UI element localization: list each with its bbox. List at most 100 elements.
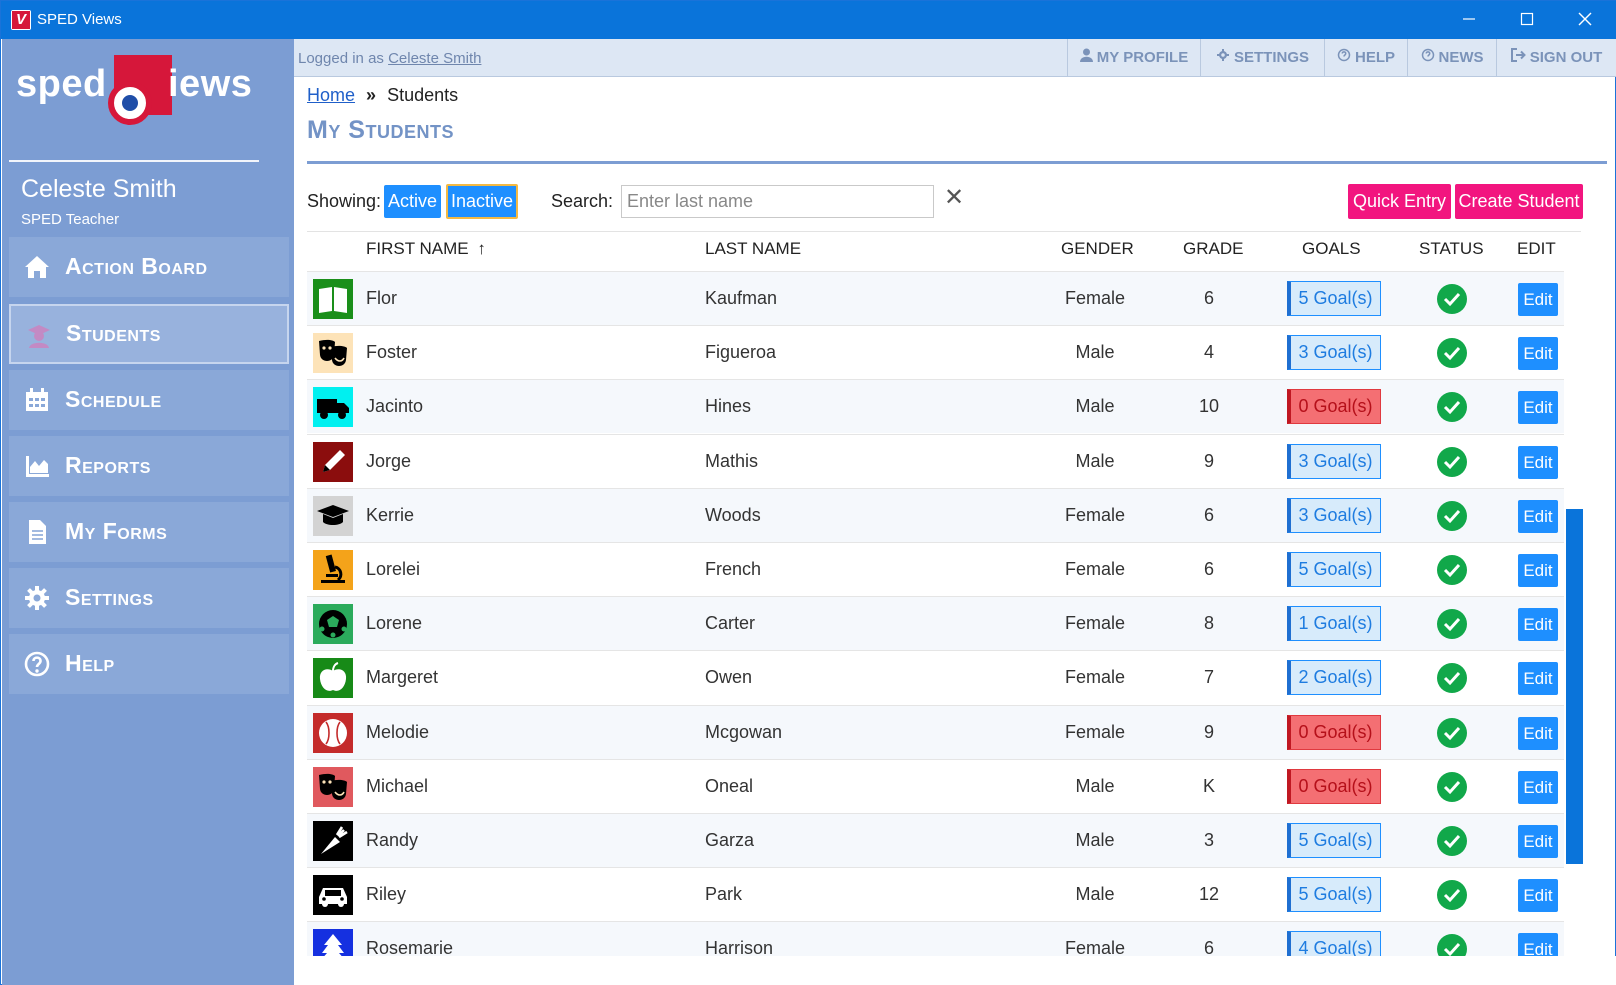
goals-button[interactable]: 0 Goal(s) [1287, 768, 1381, 804]
sign-out-icon [1510, 48, 1526, 62]
edit-button[interactable]: Edit [1518, 337, 1558, 371]
gender-cell: Female [1064, 667, 1126, 688]
last-name-cell: French [705, 559, 762, 579]
goals-button[interactable]: 5 Goal(s) [1287, 281, 1381, 316]
goals-button[interactable]: 5 Goal(s) [1287, 877, 1381, 913]
search-label: Search: [551, 191, 614, 211]
goals-button[interactable]: 5 Goal(s) [1287, 552, 1381, 587]
first-name-cell: Jacinto [366, 396, 424, 417]
nav-help[interactable]: Help [9, 634, 289, 694]
inactive-filter-button[interactable]: Inactive [446, 184, 518, 219]
breadcrumb-home-link[interactable]: Home [307, 85, 355, 105]
first-name-cell: Foster [366, 342, 418, 363]
minimize-icon[interactable] [1440, 1, 1498, 39]
maximize-icon[interactable] [1498, 1, 1556, 39]
goals-button[interactable]: 3 Goal(s) [1287, 497, 1381, 533]
nav-label: Help [65, 650, 115, 676]
goals-button[interactable]: 1 Goal(s) [1287, 606, 1381, 642]
truck-icon [313, 387, 353, 428]
first-name-cell: Randy [366, 830, 419, 850]
edit-button[interactable]: Edit [1518, 879, 1558, 913]
table-row[interactable]: Michael Oneal Male K 0 Goal(s) Edit [307, 758, 1564, 813]
header-gender[interactable]: GENDER [1061, 239, 1134, 259]
my-profile-button[interactable]: MY PROFILE [1067, 39, 1200, 77]
last-name-cell: Owen [705, 667, 753, 688]
nav-label: Reports [65, 452, 151, 478]
table-row[interactable]: Randy Garza Male 3 5 Goal(s) Edit [307, 813, 1564, 867]
nav-schedule[interactable]: Schedule [9, 370, 289, 430]
student-icon [28, 325, 50, 348]
baseball-icon [313, 712, 353, 753]
status-active-check-icon [1437, 826, 1467, 856]
grade-cell: 9 [1203, 721, 1214, 742]
table-row[interactable]: Lorelei French Female 6 5 Goal(s) Edit [307, 542, 1564, 596]
nav-label: My Forms [65, 518, 168, 544]
first-name-cell: Jorge [366, 450, 412, 471]
table-row[interactable]: Foster Figueroa Male 4 3 Goal(s) Edit [307, 325, 1564, 380]
create-student-button[interactable]: Create Student [1455, 184, 1583, 219]
clear-search-icon[interactable]: ✕ [944, 183, 964, 212]
edit-button[interactable]: Edit [1518, 499, 1558, 533]
gender-cell: Male [1075, 450, 1115, 471]
edit-button[interactable]: Edit [1518, 716, 1558, 750]
goals-button[interactable]: 3 Goal(s) [1287, 335, 1381, 371]
table-row[interactable]: Melodie Mcgowan Female 9 0 Goal(s) Edit [307, 704, 1564, 759]
divider [9, 160, 259, 162]
pencil-icon [313, 441, 353, 482]
nav-reports[interactable]: Reports [9, 436, 289, 496]
table-row[interactable]: Kerrie Woods Female 6 3 Goal(s) Edit [307, 487, 1564, 542]
edit-button[interactable]: Edit [1518, 662, 1558, 696]
first-name-cell: Michael [366, 775, 429, 796]
app-logo-icon: V [11, 10, 31, 30]
search-input[interactable] [621, 185, 934, 218]
edit-button[interactable]: Edit [1518, 283, 1558, 316]
goals-button[interactable]: 0 Goal(s) [1287, 389, 1381, 425]
sign-out-button[interactable]: SIGN OUT [1496, 39, 1616, 77]
edit-button[interactable]: Edit [1518, 445, 1558, 479]
header-last-name[interactable]: LAST NAME [705, 239, 801, 259]
close-window-icon[interactable] [1556, 1, 1614, 39]
nav-students[interactable]: Students [9, 304, 289, 364]
table-row[interactable]: Riley Park Male 12 5 Goal(s) Edit [307, 867, 1564, 922]
title-divider [307, 161, 1607, 164]
table-row[interactable]: Flor Kaufman Female 6 5 Goal(s) Edit [307, 271, 1564, 325]
edit-button[interactable]: Edit [1518, 608, 1558, 642]
edit-button[interactable]: Edit [1518, 391, 1558, 425]
nav-my-forms[interactable]: My Forms [9, 502, 289, 562]
logged-in-user-link[interactable]: Celeste Smith [388, 50, 481, 67]
table-row[interactable]: Margeret Owen Female 7 2 Goal(s) Edit [307, 650, 1564, 705]
sidebar: sped iews Celeste Smith SPED Teacher Act… [2, 39, 294, 985]
user-role: SPED Teacher [21, 211, 120, 228]
edit-button[interactable]: Edit [1518, 770, 1558, 804]
table-row[interactable]: Lorene Carter Female 8 1 Goal(s) Edit [307, 596, 1564, 651]
nav-action-board[interactable]: Action Board [9, 237, 289, 297]
table-row[interactable]: Jacinto Hines Male 10 0 Goal(s) Edit [307, 379, 1564, 434]
news-button[interactable]: NEWS [1407, 39, 1496, 77]
quick-entry-button[interactable]: Quick Entry [1348, 184, 1451, 219]
edit-button[interactable]: Edit [1518, 554, 1558, 587]
settings-top-button[interactable]: SETTINGS [1200, 39, 1324, 77]
goals-button[interactable]: 0 Goal(s) [1287, 714, 1381, 750]
grade-cell: 6 [1203, 504, 1214, 525]
table-row[interactable]: Jorge Mathis Male 9 3 Goal(s) Edit [307, 433, 1564, 488]
grade-cell: 7 [1203, 667, 1214, 688]
logged-in-prefix: Logged in as [298, 50, 384, 67]
goals-button[interactable]: 5 Goal(s) [1287, 823, 1381, 858]
gender-cell: Male [1075, 775, 1115, 796]
active-filter-button[interactable]: Active [384, 185, 441, 218]
nav-settings[interactable]: Settings [9, 568, 289, 628]
goals-button[interactable]: 2 Goal(s) [1287, 660, 1381, 696]
scrollbar-thumb[interactable] [1566, 509, 1583, 864]
edit-button[interactable]: Edit [1518, 825, 1558, 858]
sped-views-logo[interactable]: sped iews [16, 49, 256, 139]
gender-cell: Male [1075, 342, 1115, 363]
help-top-label: HELP [1354, 49, 1395, 66]
help-top-button[interactable]: HELP [1324, 39, 1407, 77]
grade-cell: 9 [1203, 450, 1214, 471]
header-first-name[interactable]: FIRST NAME ↑ [366, 239, 486, 259]
header-grade[interactable]: GRADE [1183, 239, 1243, 259]
soccer-ball-icon [313, 604, 353, 645]
goals-button[interactable]: 3 Goal(s) [1287, 443, 1381, 479]
gender-cell: Male [1075, 396, 1115, 417]
grade-cell: 12 [1198, 884, 1220, 905]
